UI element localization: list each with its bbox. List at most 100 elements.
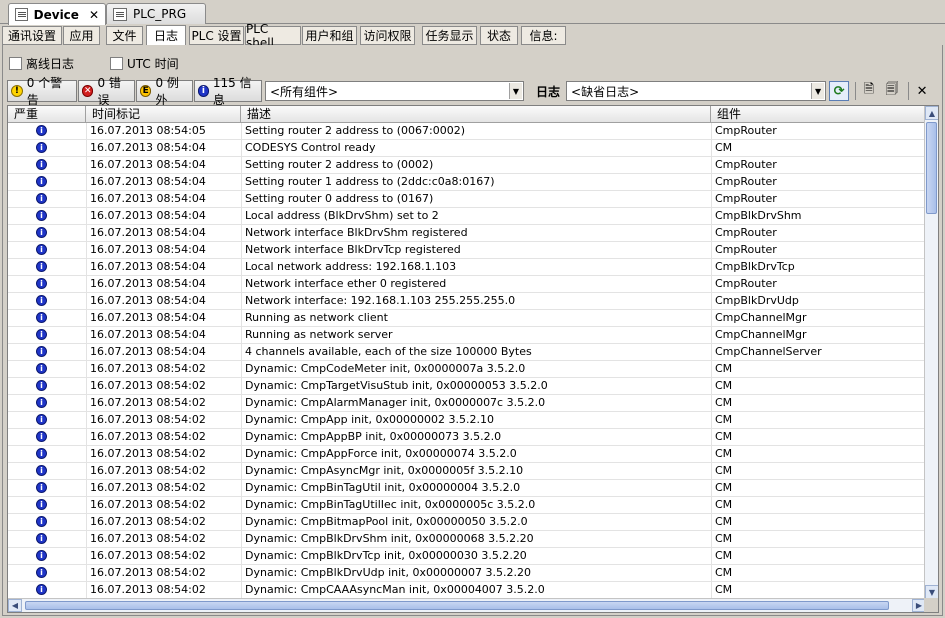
timestamp-cell: 16.07.2013 08:54:02	[90, 362, 206, 375]
column-timestamp[interactable]: 时间标记	[86, 106, 241, 123]
description-cell: Network interface ether 0 registered	[245, 277, 447, 290]
tab-device[interactable]: Device ✕	[8, 3, 106, 25]
table-row[interactable]: i 16.07.2013 08:54:02 Dynamic: CmpAlarmMan…	[8, 395, 926, 412]
table-row[interactable]: i 16.07.2013 08:54:04 Local network addres…	[8, 259, 926, 276]
table-row[interactable]: i 16.07.2013 08:54:02 Dynamic: CmpApp init…	[8, 412, 926, 429]
component-cell: CM	[715, 362, 733, 375]
info-icon: i	[36, 533, 47, 544]
column-component[interactable]: 组件	[711, 106, 926, 123]
description-cell: Dynamic: CmpBlkDrvShm init, 0x00000068 3…	[245, 532, 534, 545]
upload-log-icon[interactable]: 🗎	[859, 81, 879, 101]
column-severity[interactable]: 严重	[8, 106, 86, 123]
description-cell: Dynamic: CmpBlkDrvTcp init, 0x00000030 3…	[245, 549, 527, 562]
tab-files[interactable]: 文件	[106, 26, 143, 45]
info-icon: i	[198, 85, 209, 97]
table-row[interactable]: i 16.07.2013 08:54:02 Dynamic: CmpCodeMete…	[8, 361, 926, 378]
table-row[interactable]: i 16.07.2013 08:54:02 Dynamic: CmpAsyncMgr…	[8, 463, 926, 480]
table-row[interactable]: i 16.07.2013 08:54:04 Running as network c…	[8, 310, 926, 327]
table-row[interactable]: i 16.07.2013 08:54:02 Dynamic: CmpBlkDrvTc…	[8, 548, 926, 565]
chevron-down-icon[interactable]: ▼	[509, 83, 522, 99]
component-cell: CmpRouter	[715, 124, 777, 137]
component-cell: CM	[715, 430, 733, 443]
tab-plc-shell[interactable]: PLC shell	[245, 22, 301, 50]
offline-log-checkbox[interactable]	[9, 56, 22, 70]
refresh-icon[interactable]: ⟳	[829, 81, 850, 101]
errors-count: 0 错误	[97, 76, 121, 107]
table-row[interactable]: i 16.07.2013 08:54:04 Network interface et…	[8, 276, 926, 293]
timestamp-cell: 16.07.2013 08:54:04	[90, 345, 206, 358]
table-row[interactable]: i 16.07.2013 08:54:04 CODESYS Control read…	[8, 140, 926, 157]
table-row[interactable]: i 16.07.2013 08:54:05 Setting router 2 add…	[8, 123, 926, 140]
table-row[interactable]: i 16.07.2013 08:54:04 Network interface Bl…	[8, 225, 926, 242]
export-log-icon[interactable]: 🗐	[882, 81, 902, 101]
offline-log-label: 离线日志	[26, 56, 75, 71]
tab-task-deployment[interactable]: 任务显示	[422, 26, 477, 45]
table-row[interactable]: i 16.07.2013 08:54:04 Running as network s…	[8, 327, 926, 344]
vertical-scrollbar[interactable]: ▲ ▼	[924, 106, 938, 599]
component-filter-dropdown[interactable]: <所有组件> ▼	[265, 81, 524, 101]
clear-log-icon[interactable]: ✕	[912, 81, 932, 101]
component-cell: CmpChannelMgr	[715, 328, 807, 341]
horizontal-scroll-thumb[interactable]	[25, 601, 889, 610]
description-cell: Local network address: 192.168.1.103	[245, 260, 457, 273]
description-cell: 4 channels available, each of the size 1…	[245, 345, 532, 358]
table-row[interactable]: i 16.07.2013 08:54:04 Local address (BlkDr…	[8, 208, 926, 225]
chevron-down-icon[interactable]: ▼	[811, 83, 825, 99]
document-icon	[15, 8, 28, 21]
tab-information[interactable]: 信息:	[521, 26, 566, 45]
exceptions-filter-button[interactable]: E 0 例外	[136, 76, 193, 107]
table-row[interactable]: i 16.07.2013 08:54:02 Dynamic: CmpTargetVi…	[8, 378, 926, 395]
description-cell: Dynamic: CmpAlarmManager init, 0x0000007…	[245, 396, 546, 409]
tab-communication[interactable]: 通讯设置	[2, 26, 62, 45]
table-row[interactable]: i 16.07.2013 08:54:04 Setting router 0 add…	[8, 191, 926, 208]
horizontal-scrollbar[interactable]: ◀ ▶	[8, 598, 926, 612]
table-row[interactable]: i 16.07.2013 08:54:02 Dynamic: CmpBinTagUt…	[8, 497, 926, 514]
table-row[interactable]: i 16.07.2013 08:54:04 Network interface: 1…	[8, 293, 926, 310]
utc-time-checkbox[interactable]	[110, 56, 124, 70]
description-cell: Running as network server	[245, 328, 393, 341]
log-rows: i 16.07.2013 08:54:05 Setting router 2 add…	[8, 123, 926, 599]
log-table-header: 严重 时间标记 描述 组件	[8, 106, 926, 123]
tab-access-rights[interactable]: 访问权限	[360, 26, 415, 45]
timestamp-cell: 16.07.2013 08:54:04	[90, 243, 206, 256]
timestamp-cell: 16.07.2013 08:54:02	[90, 379, 206, 392]
info-icon: i	[36, 278, 47, 289]
vertical-scroll-thumb[interactable]	[926, 122, 937, 214]
table-row[interactable]: i 16.07.2013 08:54:04 4 channels available…	[8, 344, 926, 361]
table-row[interactable]: i 16.07.2013 08:54:02 Dynamic: CmpBlkDrvSh…	[8, 531, 926, 548]
timestamp-cell: 16.07.2013 08:54:02	[90, 566, 206, 579]
tab-plc-prg[interactable]: PLC_PRG	[106, 3, 206, 24]
description-cell: Dynamic: CmpAppForce init, 0x00000074 3.…	[245, 447, 517, 460]
errors-filter-button[interactable]: ✕ 0 错误	[78, 76, 135, 107]
tab-log[interactable]: 日志	[146, 25, 186, 45]
table-row[interactable]: i 16.07.2013 08:54:04 Network interface Bl…	[8, 242, 926, 259]
info-icon: i	[36, 448, 47, 459]
tab-plc-settings[interactable]: PLC 设置	[189, 26, 244, 45]
timestamp-cell: 16.07.2013 08:54:02	[90, 532, 206, 545]
scroll-up-icon[interactable]: ▲	[925, 106, 938, 120]
table-row[interactable]: i 16.07.2013 08:54:02 Dynamic: CmpAppForce…	[8, 446, 926, 463]
tab-application[interactable]: 应用	[63, 26, 100, 45]
warnings-filter-button[interactable]: ! 0 个警告	[7, 76, 77, 107]
table-row[interactable]: i 16.07.2013 08:54:02 Dynamic: CmpBitmapPo…	[8, 514, 926, 531]
table-row[interactable]: i 16.07.2013 08:54:02 Dynamic: CmpCAAAsync…	[8, 582, 926, 599]
table-row[interactable]: i 16.07.2013 08:54:02 Dynamic: CmpBinTagUt…	[8, 480, 926, 497]
table-row[interactable]: i 16.07.2013 08:54:02 Dynamic: CmpBlkDrvUd…	[8, 565, 926, 582]
timestamp-cell: 16.07.2013 08:54:02	[90, 430, 206, 443]
component-filter-value: <所有组件>	[270, 84, 339, 99]
tab-users-groups[interactable]: 用户和组	[302, 26, 357, 45]
scroll-left-icon[interactable]: ◀	[8, 599, 22, 612]
info-icon: i	[36, 295, 47, 306]
scroll-down-icon[interactable]: ▼	[925, 585, 938, 599]
info-icon: i	[36, 142, 47, 153]
table-row[interactable]: i 16.07.2013 08:54:04 Setting router 1 add…	[8, 174, 926, 191]
column-description[interactable]: 描述	[241, 106, 711, 123]
table-row[interactable]: i 16.07.2013 08:54:04 Setting router 2 add…	[8, 157, 926, 174]
close-icon[interactable]: ✕	[89, 8, 99, 22]
info-icon: i	[36, 227, 47, 238]
log-select-dropdown[interactable]: <缺省日志> ▼	[566, 81, 827, 101]
description-cell: Dynamic: CmpBinTagUtil init, 0x00000004 …	[245, 481, 521, 494]
tab-status[interactable]: 状态	[480, 26, 518, 45]
info-filter-button[interactable]: i 115 信息	[194, 76, 262, 107]
table-row[interactable]: i 16.07.2013 08:54:02 Dynamic: CmpAppBP in…	[8, 429, 926, 446]
